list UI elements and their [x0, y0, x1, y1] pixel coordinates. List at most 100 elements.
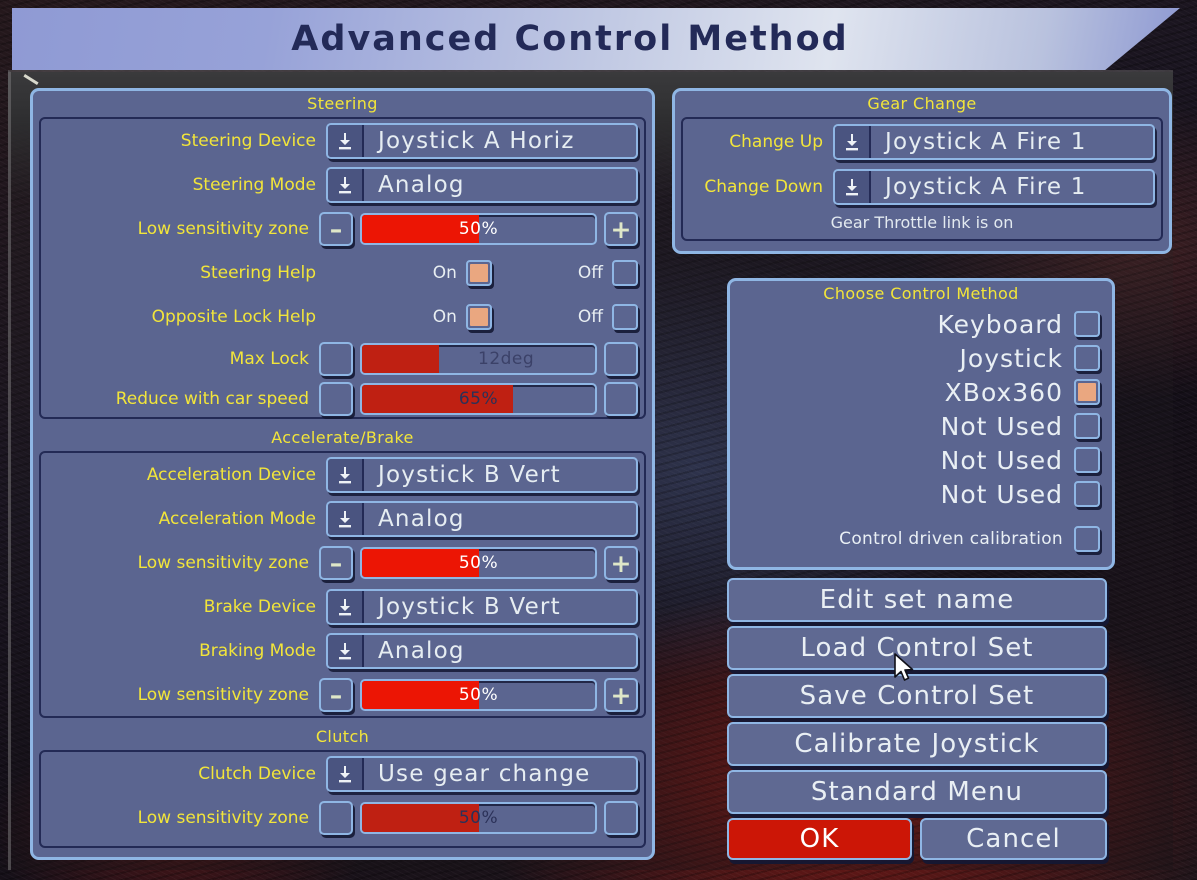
braking-mode-value: Analog: [378, 638, 465, 664]
control-method-checkbox[interactable]: [1074, 481, 1100, 507]
steering-help-on-label: On: [432, 263, 457, 283]
reduce-speed-plus-button[interactable]: +: [604, 382, 638, 416]
opposite-lock-off-checkbox[interactable]: [612, 304, 638, 330]
brake-sensitivity-minus-button[interactable]: –: [319, 678, 353, 712]
control-method-checkbox[interactable]: [1074, 447, 1100, 473]
standard-menu-button[interactable]: Standard Menu: [727, 770, 1107, 814]
brake-low-sensitivity-row: Low sensitivity zone – 50% +: [41, 673, 644, 717]
dropdown-arrow-icon[interactable]: [328, 503, 364, 535]
clutch-device-dropdown[interactable]: Use gear change: [326, 756, 638, 792]
edit-set-name-button[interactable]: Edit set name: [727, 578, 1107, 622]
steering-sensitivity-minus-button[interactable]: –: [319, 212, 353, 246]
control-method-checkbox[interactable]: [1074, 379, 1100, 405]
control-method-option-xbox360[interactable]: XBox360: [730, 375, 1112, 409]
control-method-label: Not Used: [940, 479, 1063, 509]
steering-sensitivity-plus-button[interactable]: +: [604, 212, 638, 246]
opposite-lock-on-label: On: [432, 307, 457, 327]
load-control-set-button[interactable]: Load Control Set: [727, 626, 1107, 670]
control-method-label: Not Used: [940, 445, 1063, 475]
acceleration-sensitivity-value: 50%: [458, 553, 499, 573]
control-method-group-title: Choose Control Method: [823, 284, 1019, 303]
acceleration-device-value: Joystick B Vert: [378, 462, 561, 488]
reduce-speed-slider[interactable]: 65%: [360, 383, 597, 415]
dropdown-arrow-icon[interactable]: [328, 459, 364, 491]
acceleration-low-sensitivity-label: Low sensitivity zone: [137, 553, 309, 573]
opposite-lock-off-label: Off: [577, 307, 603, 327]
braking-mode-row: Braking Mode Analog: [41, 629, 644, 673]
acceleration-sensitivity-plus-button[interactable]: +: [604, 546, 638, 580]
steering-help-label: Steering Help: [200, 263, 316, 283]
steering-low-sensitivity-row: Low sensitivity zone – 50% +: [41, 207, 644, 251]
reduce-speed-minus-button[interactable]: -: [319, 382, 353, 416]
control-method-option-notused-3[interactable]: Not Used: [730, 477, 1112, 511]
control-method-option-notused-2[interactable]: Not Used: [730, 443, 1112, 477]
steering-device-label: Steering Device: [180, 131, 316, 151]
dropdown-arrow-icon[interactable]: [328, 591, 364, 623]
choose-control-method-panel: Choose Control Method Keyboard Joystick …: [727, 278, 1115, 570]
acceleration-mode-row: Acceleration Mode Analog: [41, 497, 644, 541]
control-method-label: XBox360: [944, 377, 1063, 407]
control-driven-calibration-label: Control driven calibration: [839, 529, 1063, 549]
reduce-with-car-speed-row: Reduce with car speed - 65% +: [41, 379, 644, 419]
dropdown-arrow-icon[interactable]: [835, 125, 871, 158]
control-method-checkbox[interactable]: [1074, 345, 1100, 371]
reduce-with-car-speed-label: Reduce with car speed: [115, 389, 309, 409]
opposite-lock-on-checkbox[interactable]: [465, 304, 492, 330]
brake-device-row: Brake Device Joystick B Vert: [41, 585, 644, 629]
control-driven-calibration-row[interactable]: Control driven calibration: [730, 522, 1112, 556]
brake-device-dropdown[interactable]: Joystick B Vert: [326, 589, 638, 625]
steering-sensitivity-value: 50%: [458, 219, 499, 239]
steering-group: Steering Device Joystick A Horiz Steerin…: [39, 117, 646, 419]
dropdown-arrow-icon[interactable]: [835, 170, 871, 203]
dropdown-arrow-icon[interactable]: [328, 125, 364, 157]
steering-help-off-checkbox[interactable]: [612, 260, 638, 286]
control-method-option-notused-1[interactable]: Not Used: [730, 409, 1112, 443]
dropdown-arrow-icon[interactable]: [328, 169, 364, 201]
control-method-option-joystick[interactable]: Joystick: [730, 341, 1112, 375]
accelerate-brake-group: Acceleration Device Joystick B Vert Acce…: [39, 451, 646, 718]
acceleration-sensitivity-minus-button[interactable]: –: [319, 546, 353, 580]
change-down-row: Change Down Joystick A Fire 1: [683, 164, 1161, 209]
control-method-option-keyboard[interactable]: Keyboard: [730, 307, 1112, 341]
change-up-dropdown[interactable]: Joystick A Fire 1: [833, 123, 1155, 160]
clutch-low-sensitivity-row: Low sensitivity zone - 50% +: [41, 796, 644, 840]
change-up-value: Joystick A Fire 1: [885, 128, 1087, 155]
clutch-device-label: Clutch Device: [198, 764, 316, 784]
change-down-dropdown[interactable]: Joystick A Fire 1: [833, 168, 1155, 205]
acceleration-device-dropdown[interactable]: Joystick B Vert: [326, 457, 638, 493]
acceleration-mode-dropdown[interactable]: Analog: [326, 501, 638, 537]
control-method-checkbox[interactable]: [1074, 311, 1100, 337]
calibrate-joystick-button[interactable]: Calibrate Joystick: [727, 722, 1107, 766]
max-lock-minus-button[interactable]: -: [319, 342, 353, 376]
steering-device-dropdown[interactable]: Joystick A Horiz: [326, 123, 638, 159]
steering-sensitivity-slider[interactable]: 50%: [360, 213, 597, 245]
control-driven-calibration-checkbox[interactable]: [1074, 526, 1100, 552]
braking-mode-dropdown[interactable]: Analog: [326, 633, 638, 669]
save-control-set-button[interactable]: Save Control Set: [727, 674, 1107, 718]
control-method-checkbox[interactable]: [1074, 413, 1100, 439]
brake-device-value: Joystick B Vert: [378, 594, 561, 620]
clutch-sensitivity-minus-button[interactable]: -: [319, 801, 353, 835]
max-lock-value: 12deg: [478, 349, 535, 369]
change-up-label: Change Up: [729, 131, 823, 152]
gear-change-group-title: Gear Change: [867, 94, 977, 113]
steering-group-title: Steering: [307, 94, 378, 113]
steering-mode-dropdown[interactable]: Analog: [326, 167, 638, 203]
clutch-sensitivity-plus-button[interactable]: +: [604, 801, 638, 835]
dropdown-arrow-icon[interactable]: [328, 635, 364, 667]
page-title: Advanced Control Method: [291, 19, 849, 59]
max-lock-slider[interactable]: 12deg: [360, 343, 597, 375]
brake-sensitivity-slider[interactable]: 50%: [360, 679, 597, 711]
max-lock-plus-button[interactable]: +: [604, 342, 638, 376]
cancel-button[interactable]: Cancel: [920, 818, 1107, 860]
ok-button[interactable]: OK: [727, 818, 912, 860]
acceleration-low-sensitivity-row: Low sensitivity zone – 50% +: [41, 541, 644, 585]
clutch-group: Clutch Device Use gear change Low sensit…: [39, 750, 646, 848]
dropdown-arrow-icon[interactable]: [328, 758, 364, 790]
steering-low-sensitivity-label: Low sensitivity zone: [137, 219, 309, 239]
clutch-sensitivity-slider[interactable]: 50%: [360, 802, 597, 834]
acceleration-sensitivity-slider[interactable]: 50%: [360, 547, 597, 579]
clutch-low-sensitivity-label: Low sensitivity zone: [137, 808, 309, 828]
steering-help-on-checkbox[interactable]: [465, 260, 492, 286]
brake-sensitivity-plus-button[interactable]: +: [604, 678, 638, 712]
